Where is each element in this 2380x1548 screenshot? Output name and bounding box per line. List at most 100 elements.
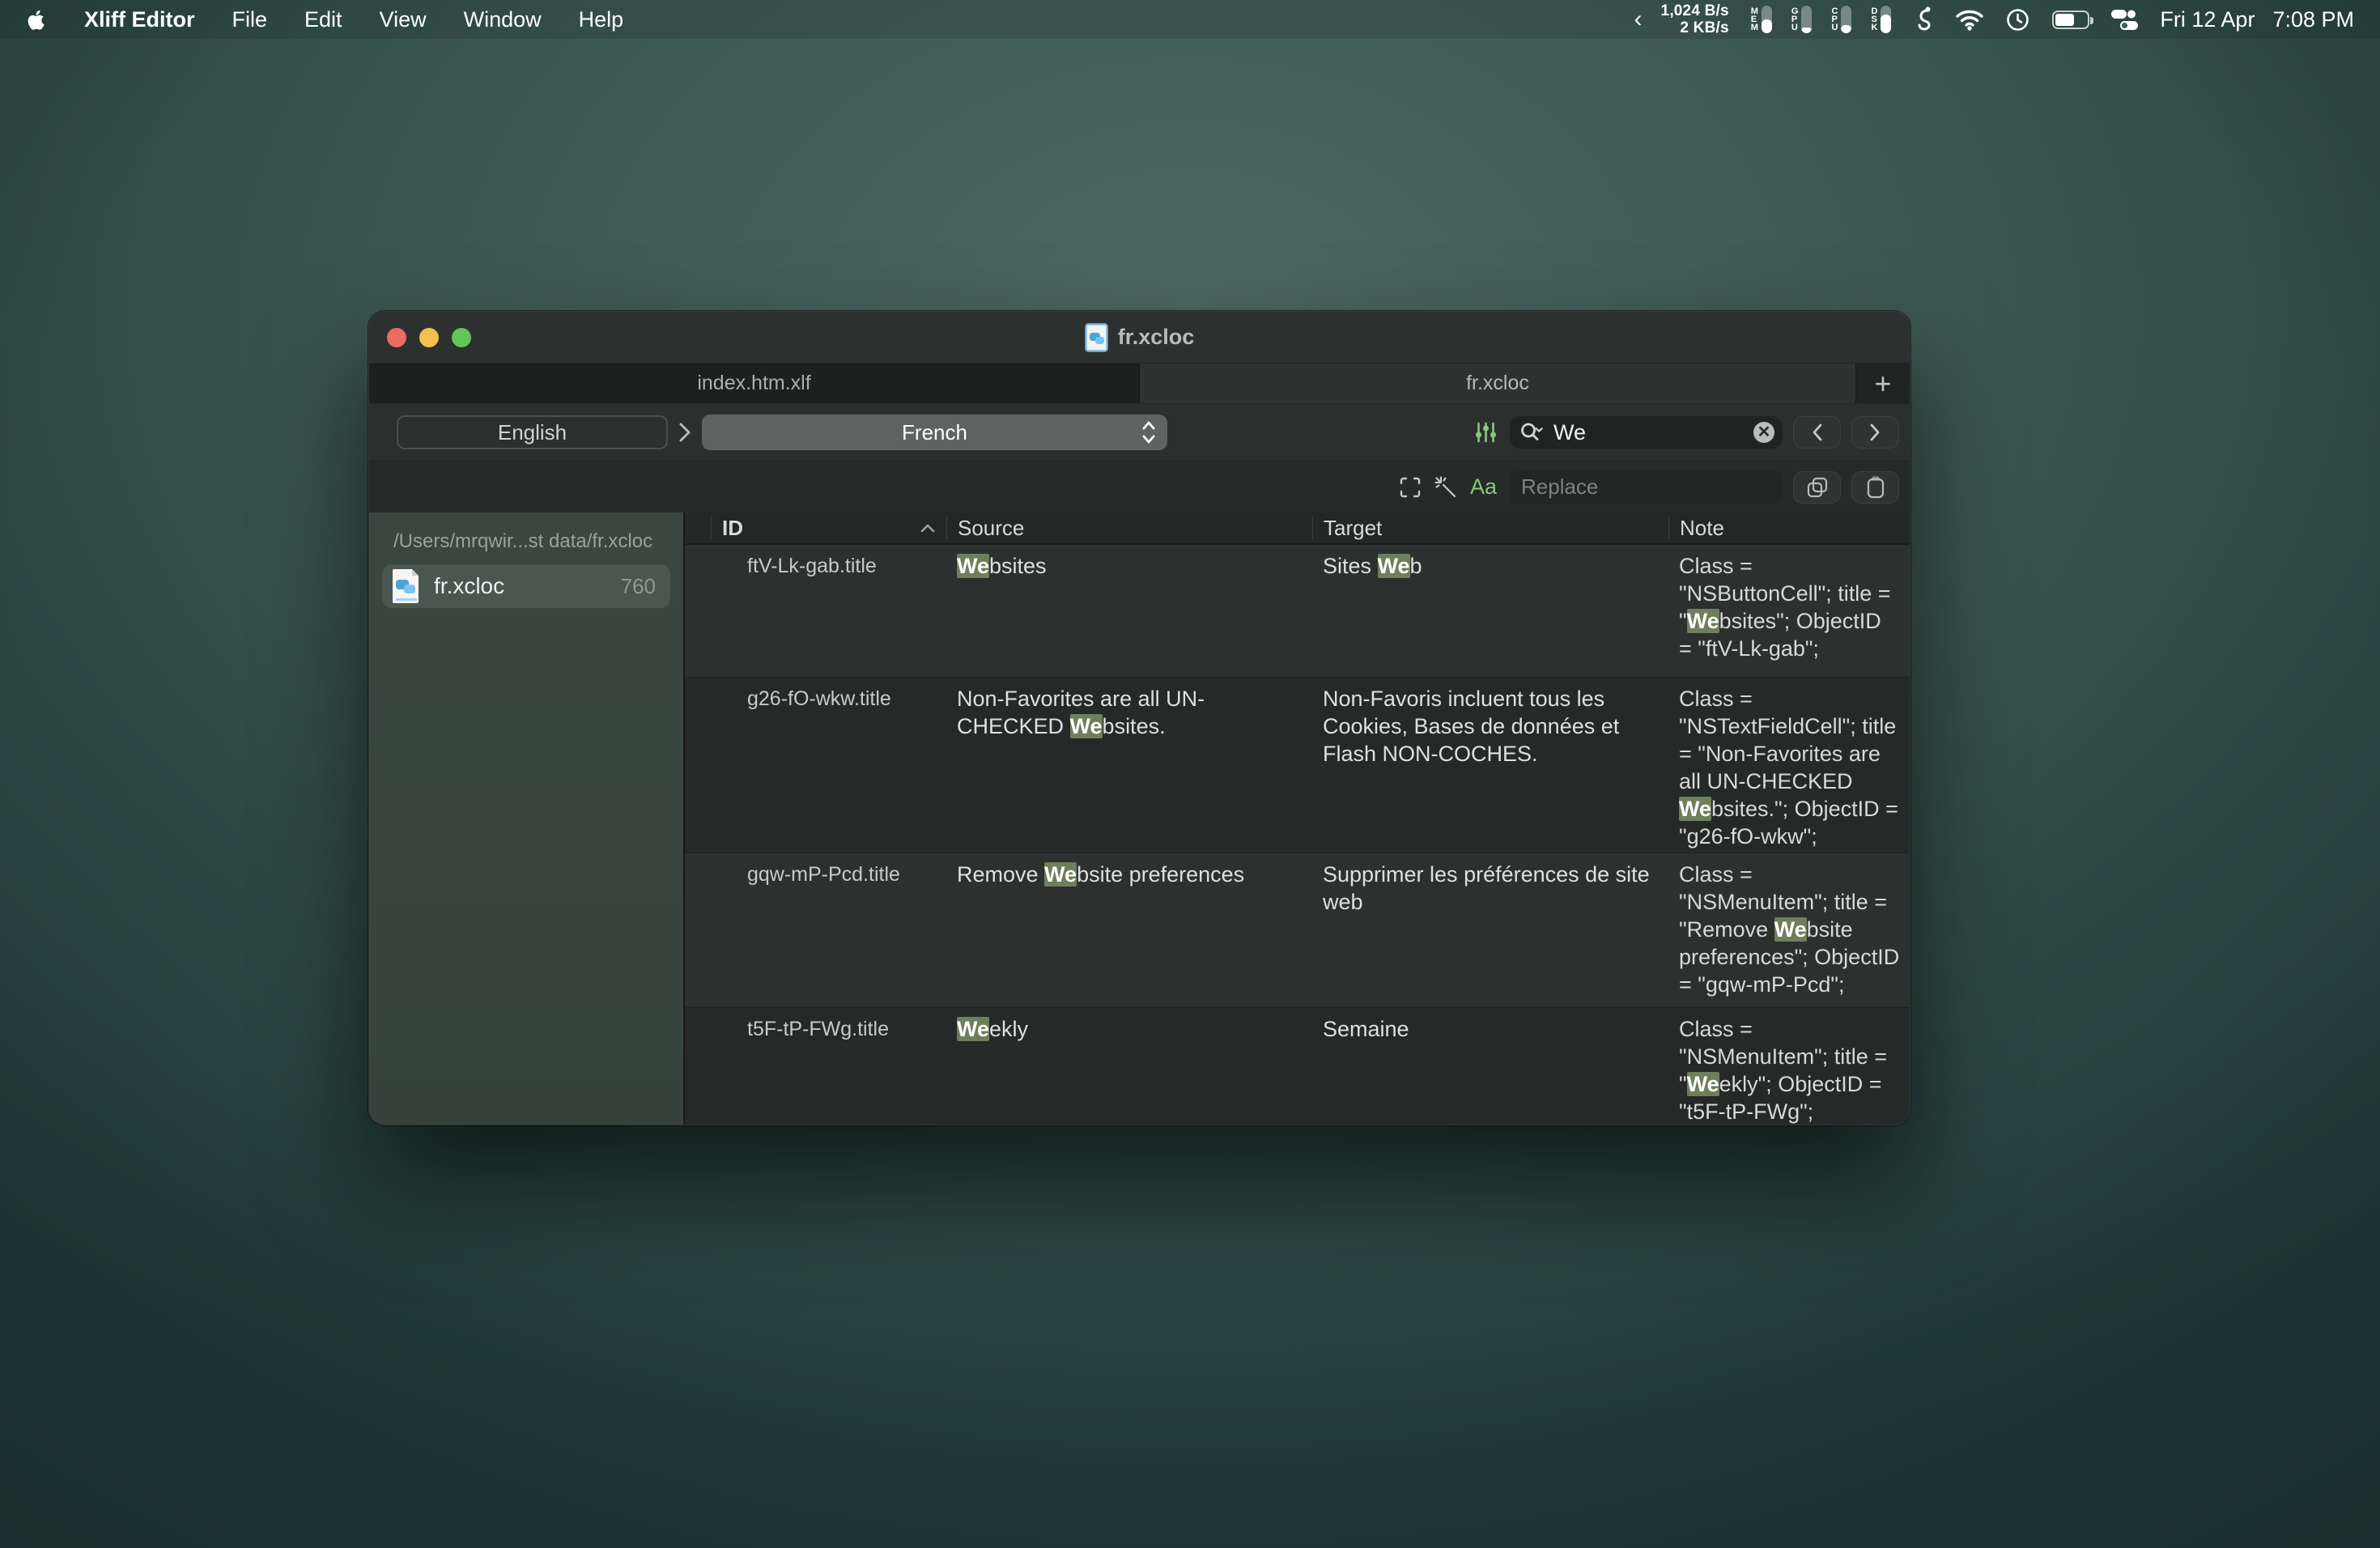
sidebar-item-fr-xcloc[interactable]: fr.xcloc 760 (382, 564, 670, 608)
apple-menu-icon[interactable] (28, 10, 45, 30)
search-field[interactable]: ✕ (1510, 416, 1783, 449)
window-title: fr.xcloc (369, 323, 1910, 352)
cell-text: t5F-tP-FWg.title (747, 1018, 889, 1040)
menu-bar-left: Xliff EditorFileEditViewWindowHelp (0, 7, 642, 32)
gauge-label: CPU (1831, 7, 1838, 32)
gecko-icon[interactable] (1913, 6, 1934, 33)
cell-target: Semaine (1312, 1008, 1668, 1125)
battery-icon[interactable] (2052, 11, 2089, 29)
dsk-gauge-icon[interactable]: DSK (1871, 6, 1891, 33)
net-down: 2 KB/s (1680, 19, 1728, 36)
traffic-lights (369, 328, 471, 347)
target-language-select[interactable]: French (702, 415, 1167, 450)
select-stepper-icon (1140, 418, 1158, 453)
replace-all-button[interactable] (1851, 471, 1899, 504)
cell-text: ekly (989, 1017, 1028, 1041)
xcloc-file-icon (390, 568, 423, 605)
cell-id: t5F-tP-FWg.title (711, 1008, 946, 1125)
search-match-highlight: We (1687, 1072, 1719, 1096)
cell-text: b (1410, 554, 1422, 578)
replace-one-button[interactable] (1793, 471, 1841, 504)
cell-source: Weekly (946, 1008, 1312, 1125)
cell-target: Supprimer les préférences de site web (1312, 853, 1668, 1007)
tab-label: index.htm.xlf (697, 372, 810, 395)
column-header-target[interactable]: Target (1312, 517, 1668, 539)
time-machine-icon[interactable] (2005, 7, 2030, 32)
status-area: ‹ 1,024 B/s 2 KB/s MEM GPU CPU DSK Fri 12 A… (1634, 2, 2380, 36)
title-bar[interactable]: fr.xcloc (369, 312, 1910, 363)
source-language-label: English (498, 420, 567, 445)
search-icon[interactable] (1519, 422, 1547, 443)
row-gutter (685, 545, 711, 677)
tab-bar: index.htm.xlf fr.xcloc + (369, 363, 1910, 403)
source-language-button[interactable]: English (397, 415, 668, 449)
cell-target: Non-Favoris incluent tous les Cookies, B… (1312, 678, 1668, 853)
window-content: /Users/mrqwir...st data/fr.xcloc fr.xclo… (369, 512, 1910, 1125)
replace-input[interactable] (1521, 474, 1771, 500)
cell-text: Remove (957, 862, 1044, 887)
cell-note: Class = "NSMenuItem"; title = "Weekly"; … (1668, 1008, 1910, 1125)
system-gauges: MEM GPU CPU DSK (1751, 6, 1892, 33)
wifi-icon[interactable] (1956, 9, 1983, 31)
net-up: 1,024 B/s (1661, 2, 1729, 19)
cell-text: gqw-mP-Pcd.title (747, 863, 900, 886)
close-button[interactable] (387, 328, 406, 347)
app-menu-name[interactable]: Xliff Editor (66, 7, 214, 32)
menu-item-help[interactable]: Help (560, 7, 643, 32)
control-center-icon[interactable] (2111, 10, 2138, 30)
sidebar: /Users/mrqwir...st data/fr.xcloc fr.xclo… (369, 512, 685, 1125)
cell-id: ftV-Lk-gab.title (711, 545, 946, 677)
menu-bar: Xliff EditorFileEditViewWindowHelp ‹ 1,0… (0, 0, 2380, 39)
header-gutter (685, 517, 711, 539)
tab-index-htm-xlf[interactable]: index.htm.xlf (369, 364, 1140, 403)
minimize-button[interactable] (419, 328, 439, 347)
pattern-wand-icon[interactable] (1434, 476, 1457, 499)
clear-search-icon[interactable]: ✕ (1753, 422, 1774, 443)
cell-text: Supprimer les préférences de site web (1323, 862, 1650, 914)
mem-gauge-icon[interactable]: MEM (1751, 6, 1772, 33)
time-label: 7:08 PM (2272, 7, 2354, 32)
search-filter-icon[interactable] (1475, 420, 1497, 444)
table-header: ID Source Target Note (685, 512, 1910, 545)
cell-text: g26-fO-wkw.title (747, 687, 891, 710)
window-title-text: fr.xcloc (1118, 325, 1195, 350)
search-match-highlight: We (1044, 862, 1077, 887)
menu-item-file[interactable]: File (214, 7, 287, 32)
gauge-track (1841, 6, 1851, 33)
sidebar-item-name: fr.xcloc (434, 573, 610, 599)
previous-match-button[interactable] (1793, 416, 1841, 449)
replace-toolbar: Aa (369, 461, 1910, 512)
zoom-button[interactable] (452, 328, 471, 347)
expand-selection-icon[interactable] (1399, 476, 1422, 499)
gpu-gauge-icon[interactable]: GPU (1791, 6, 1813, 33)
column-header-id[interactable]: ID (711, 517, 946, 539)
menu-clock[interactable]: Fri 12 Apr 7:08 PM (2160, 7, 2354, 32)
table-row[interactable]: t5F-tP-FWg.titleWeeklySemaineClass = "NS… (685, 1007, 1910, 1125)
search-match-highlight: We (1679, 797, 1711, 821)
search-match-highlight: We (1687, 609, 1719, 633)
replace-field[interactable] (1510, 470, 1783, 504)
cell-note: Class = "NSTextFieldCell"; title = "Non-… (1668, 678, 1910, 853)
search-match-highlight: We (1774, 917, 1807, 942)
table-row[interactable]: ftV-Lk-gab.titleWebsitesSites WebClass =… (685, 545, 1910, 677)
menu-item-window[interactable]: Window (445, 7, 560, 32)
language-toolbar: English French ✕ (369, 403, 1910, 461)
cell-text: bsites. (1103, 714, 1166, 738)
menu-item-edit[interactable]: Edit (286, 7, 361, 32)
table-row[interactable]: g26-fO-wkw.titleNon-Favorites are all UN… (685, 677, 1910, 853)
match-case-toggle[interactable]: Aa (1470, 474, 1497, 500)
cell-id: gqw-mP-Pcd.title (711, 853, 946, 1007)
tab-fr-xcloc[interactable]: fr.xcloc (1140, 364, 1855, 403)
new-tab-button[interactable]: + (1855, 364, 1910, 403)
next-match-button[interactable] (1851, 416, 1899, 449)
table-row[interactable]: gqw-mP-Pcd.title Remove Website preferenc… (685, 853, 1910, 1007)
menu-item-view[interactable]: View (361, 7, 445, 32)
cell-source: Remove Website preferences (946, 853, 1312, 1007)
row-gutter (685, 853, 711, 1007)
column-header-note[interactable]: Note (1668, 517, 1910, 539)
chevron-left-icon[interactable]: ‹ (1634, 6, 1643, 33)
network-throughput[interactable]: 1,024 B/s 2 KB/s (1661, 2, 1729, 36)
column-header-source[interactable]: Source (946, 517, 1312, 539)
cpu-gauge-icon[interactable]: CPU (1831, 6, 1851, 33)
search-input[interactable] (1553, 420, 1753, 445)
